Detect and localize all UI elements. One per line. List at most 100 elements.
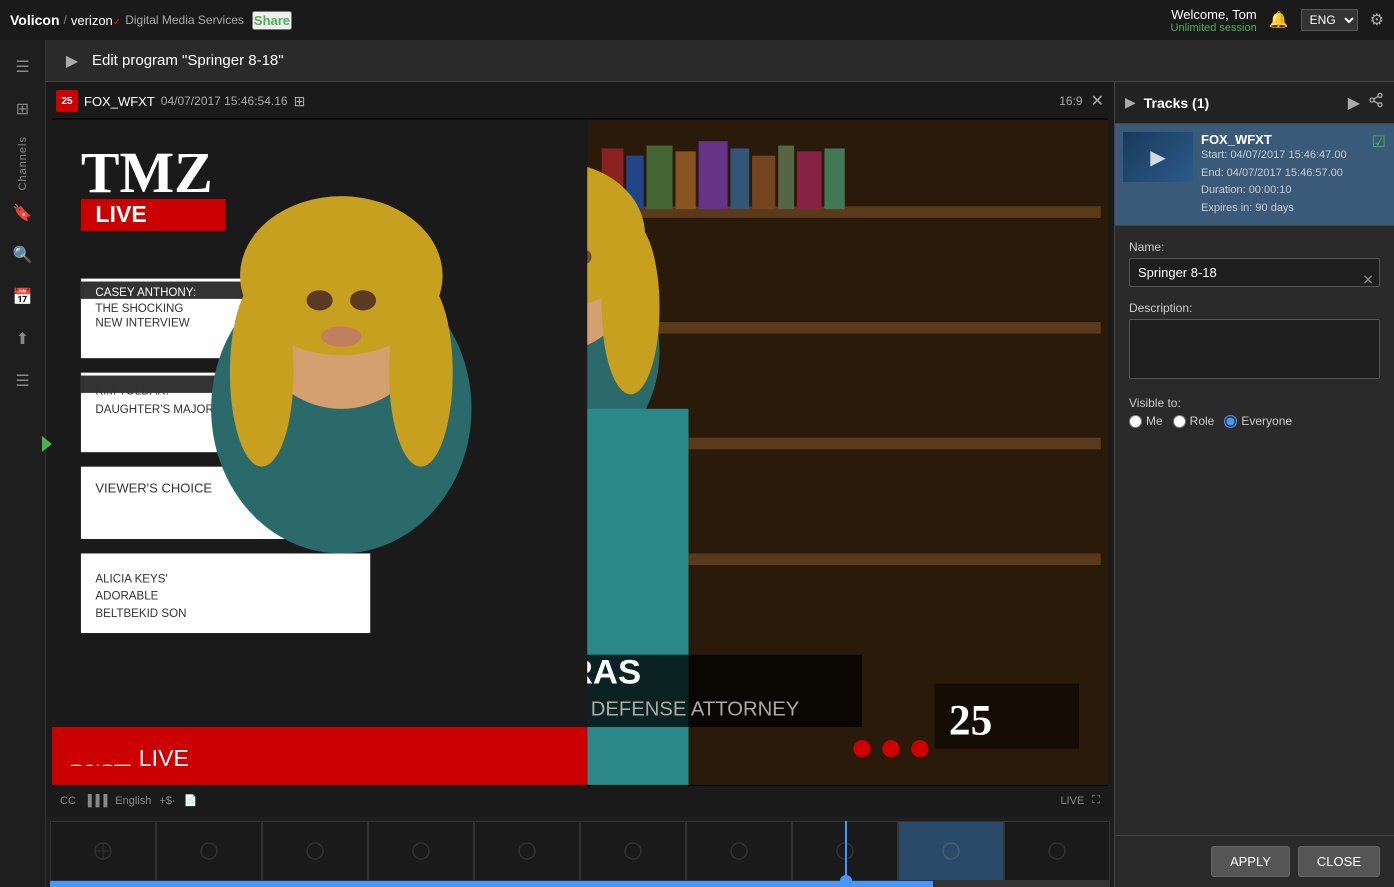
sidebar-item-search[interactable]: 🔍 (4, 236, 42, 274)
sidebar-item-bookmark[interactable]: 🔖 (4, 194, 42, 232)
timeline-marker[interactable] (845, 821, 847, 881)
logo-slash: / (64, 13, 67, 27)
film-frame (368, 821, 474, 881)
search-icon: 🔍 (13, 245, 33, 265)
video-close-button[interactable]: ✕ (1091, 91, 1104, 111)
sidebar-item-calendar[interactable]: 📅 (4, 278, 42, 316)
name-label: Name: (1129, 240, 1380, 254)
form-section: Name: ✕ Description: Visible to: Me (1115, 226, 1394, 835)
track-start: Start: 04/07/2017 15:46:47.00 (1201, 147, 1364, 165)
video-section: 25 FOX_WFXT 04/07/2017 15:46:54.16 ⊞ 16:… (46, 82, 1114, 887)
description-textarea[interactable] (1129, 319, 1380, 379)
radio-everyone[interactable] (1224, 415, 1237, 428)
session-label: Unlimited session (1171, 22, 1257, 34)
radio-me-label[interactable]: Me (1129, 414, 1163, 428)
tracks-header: ▶ Tracks (1) ▶ (1115, 82, 1394, 124)
content: ▶ Edit program "Springer 8-18" 25 FOX_WF… (46, 40, 1394, 887)
timeline-progress-fill (50, 881, 933, 887)
sidebar-item-menu[interactable]: ☰ (4, 48, 42, 86)
share-button[interactable]: Share (252, 11, 292, 30)
track-checkbox[interactable]: ☑ (1372, 132, 1386, 217)
transcript-icon[interactable]: 📄 (184, 794, 198, 807)
svg-text:KIM TOLDAR:: KIM TOLDAR: (95, 385, 168, 397)
channel-name: FOX_WFXT (84, 94, 155, 109)
dollar-label[interactable]: +$· (159, 795, 175, 807)
video-right: 25 FOX_WFXT 04/07/2017 15:46:54.16 ⊞ 16:… (46, 82, 1394, 887)
sidebar-channels-label: Channels (17, 136, 29, 190)
signal-icon: ▐▐▐ (84, 795, 107, 807)
menu-icon: ☰ (15, 57, 29, 77)
edit-play-button[interactable]: ▶ (60, 49, 84, 73)
settings-icon[interactable]: ⚙ (1370, 10, 1384, 30)
welcome-text: Welcome, Tom Unlimited session (1171, 7, 1257, 34)
tracks-play-button[interactable]: ▶ (1348, 93, 1360, 113)
track-item: ▶ FOX_WFXT Start: 04/07/2017 15:46:47.00… (1115, 124, 1394, 226)
film-frame (262, 821, 368, 881)
radio-role-label[interactable]: Role (1173, 414, 1215, 428)
close-button[interactable]: CLOSE (1298, 846, 1380, 877)
track-thumb-play-icon: ▶ (1150, 145, 1165, 170)
logo-dms: Digital Media Services (125, 13, 244, 27)
aspect-ratio-label: 16:9 (1059, 94, 1082, 108)
logo-verizon: verizon✓ (71, 13, 121, 28)
svg-text:ALICIA KEYS': ALICIA KEYS' (95, 573, 167, 585)
film-frame (156, 821, 262, 881)
sidebar-item-list[interactable]: ☰ (4, 362, 42, 400)
svg-text:25: 25 (949, 696, 992, 744)
tracks-title: Tracks (1) (1144, 95, 1340, 111)
film-frame (686, 821, 792, 881)
track-duration: Duration: 00:00:10 (1201, 182, 1364, 200)
film-frame (50, 821, 156, 881)
svg-text:BELTBEKID SON: BELTBEKID SON (95, 608, 186, 620)
tracks-share-button[interactable] (1368, 92, 1384, 113)
svg-text:THE SHOCKING: THE SHOCKING (95, 303, 183, 315)
film-frame (474, 821, 580, 881)
cc-label[interactable]: CC (60, 795, 76, 807)
lang-select[interactable]: ENG (1301, 9, 1358, 31)
filmstrip (50, 821, 1110, 881)
name-clear-button[interactable]: ✕ (1362, 271, 1374, 288)
grid-icon: ⊞ (16, 99, 29, 119)
live-badge: LIVE (1060, 795, 1084, 807)
sidebar: ☰ ⊞ Channels 🔖 🔍 📅 ⬆ ☰ (0, 40, 46, 887)
main-container: ☰ ⊞ Channels 🔖 🔍 📅 ⬆ ☰ ▶ Edit program "S… (0, 40, 1394, 887)
video-player-wrapper: 25 FOX_WFXT 04/07/2017 15:46:54.16 ⊞ 16:… (46, 82, 1114, 817)
radio-me[interactable] (1129, 415, 1142, 428)
topbar-logo: Volicon / verizon✓ Digital Media Service… (10, 12, 244, 28)
radio-role[interactable] (1173, 415, 1186, 428)
film-frame (1004, 821, 1110, 881)
tracks-expand-icon[interactable]: ▶ (1125, 94, 1136, 111)
svg-text:CASEY ANTHONY:: CASEY ANTHONY: (95, 287, 196, 299)
track-end: End: 04/07/2017 15:46:57.00 (1201, 165, 1364, 183)
video-frame: BETH KARAS CASEY ANTHONY DEFENSE ATTORNE… (52, 118, 1108, 786)
list-icon: ☰ (15, 371, 29, 391)
fullscreen-icon[interactable]: ⛶ (1092, 794, 1100, 807)
svg-text:NEW INTERVIEW: NEW INTERVIEW (95, 317, 189, 329)
video-content: BETH KARAS CASEY ANTHONY DEFENSE ATTORNE… (52, 118, 1108, 786)
track-channel-name: FOX_WFXT (1201, 132, 1364, 147)
track-info: FOX_WFXT Start: 04/07/2017 15:46:47.00 E… (1201, 132, 1364, 217)
lang-label[interactable]: English (115, 795, 151, 807)
channel-logo: 25 FOX_WFXT 04/07/2017 15:46:54.16 ⊞ (56, 90, 305, 112)
sidebar-expand-arrow[interactable] (42, 436, 52, 452)
right-panel: ▶ Tracks (1) ▶ ▶ FOX_WFXT Start: 04 (1114, 82, 1394, 887)
notifications-icon[interactable]: 🔔 (1269, 10, 1289, 30)
channel-expand-icon[interactable]: ⊞ (294, 93, 306, 110)
channel-datetime: 04/07/2017 15:46:54.16 (161, 94, 288, 108)
track-expires: Expires in: 90 days (1201, 200, 1364, 218)
radio-everyone-label[interactable]: Everyone (1224, 414, 1292, 428)
marker-dot (840, 875, 852, 881)
sidebar-item-upload[interactable]: ⬆ (4, 320, 42, 358)
timeline-progress[interactable] (50, 881, 1110, 887)
svg-text:TMZ: TMZ (81, 140, 213, 205)
logo-volicon: Volicon (10, 12, 60, 28)
action-buttons: APPLY CLOSE (1115, 835, 1394, 887)
sidebar-item-grid[interactable]: ⊞ (4, 90, 42, 128)
edit-header: ▶ Edit program "Springer 8-18" (46, 40, 1394, 82)
timeline-section: 15:00:00 16:00:00 (46, 817, 1114, 887)
edit-title: Edit program "Springer 8-18" (92, 52, 284, 69)
track-thumbnail[interactable]: ▶ (1123, 132, 1193, 182)
name-input[interactable] (1129, 258, 1380, 287)
visible-to-label: Visible to: (1129, 396, 1380, 410)
apply-button[interactable]: APPLY (1211, 846, 1290, 877)
